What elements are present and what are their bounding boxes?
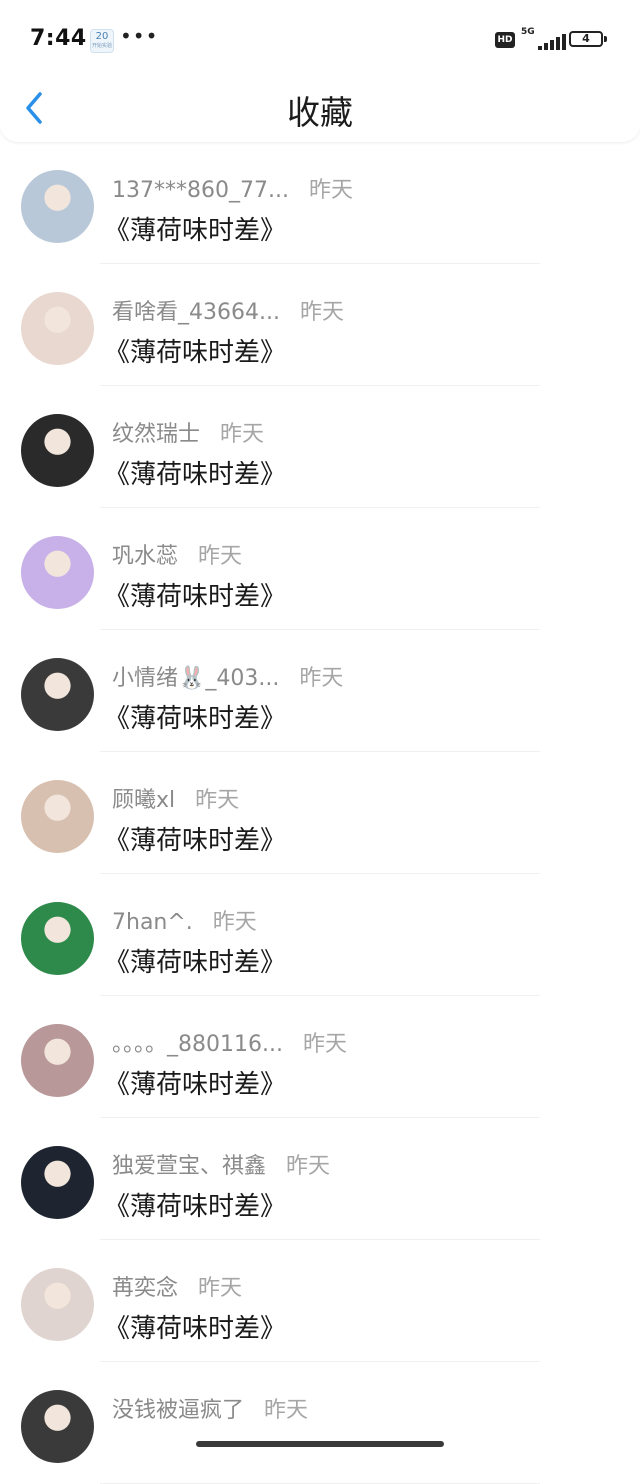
list-item[interactable]: 巩水蕊 昨天《薄荷味时差》: [0, 508, 640, 630]
avatar[interactable]: [21, 1146, 94, 1219]
hd-icon: HD: [495, 32, 515, 48]
timestamp: 昨天: [195, 788, 240, 813]
name-line: 没钱被逼疯了 昨天: [112, 1392, 308, 1424]
favorite-title: 《薄荷味时差》: [104, 1070, 287, 1100]
avatar[interactable]: [21, 902, 94, 975]
user-name[interactable]: 巩水蕊: [112, 544, 178, 569]
name-line: 看啥看_43664... 昨天: [112, 294, 344, 326]
list-item[interactable]: 苒奕念 昨天《薄荷味时差》: [0, 1240, 640, 1362]
list-item[interactable]: 没钱被逼疯了 昨天: [0, 1362, 640, 1484]
avatar[interactable]: [21, 658, 94, 731]
list-item[interactable]: 看啥看_43664... 昨天 《薄荷味时差》: [0, 264, 640, 386]
timestamp: 昨天: [220, 422, 265, 447]
name-line: 137***860_77... 昨天: [112, 172, 353, 204]
name-line: 独爱萱宝、祺鑫 昨天: [112, 1148, 330, 1180]
timestamp: 昨天: [212, 910, 257, 935]
more-notifications-icon: •••: [120, 24, 159, 48]
favorite-title: 《薄荷味时差》: [104, 338, 287, 368]
name-line: 苒奕念 昨天: [112, 1270, 242, 1302]
name-line: 7han^. 昨天: [112, 904, 257, 936]
status-bar: 7:44 20 开始实验 ••• HD 5G 4: [0, 0, 640, 80]
avatar[interactable]: [21, 536, 94, 609]
favorite-title: 《薄荷味时差》: [104, 704, 287, 734]
timestamp: 昨天: [299, 300, 344, 325]
list-item[interactable]: 137***860_77... 昨天 《薄荷味时差》: [0, 142, 640, 264]
avatar[interactable]: [21, 1024, 94, 1097]
name-line: 小情绪🐰_403... 昨天: [112, 660, 343, 692]
battery-icon: 4: [569, 31, 603, 47]
name-line: 顾曦xl 昨天: [112, 782, 239, 814]
timestamp: 昨天: [264, 1398, 309, 1423]
user-name[interactable]: 137***860_77...: [112, 178, 289, 203]
favorite-title: 《薄荷味时差》: [104, 216, 287, 246]
status-time: 7:44: [30, 26, 87, 51]
favorite-title: 《薄荷味时差》: [104, 1192, 287, 1222]
favorite-title: 《薄荷味时差》: [104, 826, 287, 856]
list-item[interactable]: 7han^. 昨天《薄荷味时差》: [0, 874, 640, 996]
user-name[interactable]: 顾曦xl: [112, 788, 175, 813]
avatar[interactable]: [21, 780, 94, 853]
user-name[interactable]: 独爱萱宝、祺鑫: [112, 1154, 266, 1179]
user-name[interactable]: 没钱被逼疯了: [112, 1398, 244, 1423]
name-line: 。。。。_880116... 昨天: [112, 1026, 347, 1058]
user-name[interactable]: 纹然瑞士: [112, 422, 200, 447]
avatar[interactable]: [21, 1268, 94, 1341]
timestamp: 昨天: [299, 666, 344, 691]
list-item[interactable]: 顾曦xl 昨天《薄荷味时差》: [0, 752, 640, 874]
favorites-list: 137***860_77... 昨天 《薄荷味时差》 看啥看_43664... 昨天 《薄…: [0, 142, 640, 1484]
timestamp: 昨天: [308, 178, 353, 203]
avatar[interactable]: [21, 414, 94, 487]
page-title: 收藏: [287, 93, 353, 132]
timestamp: 昨天: [302, 1032, 347, 1057]
favorite-title: 《薄荷味时差》: [104, 1314, 287, 1344]
home-indicator[interactable]: [196, 1441, 444, 1447]
favorite-title: 《薄荷味时差》: [104, 460, 287, 490]
avatar[interactable]: [21, 292, 94, 365]
battery-tip: [604, 36, 607, 42]
list-item[interactable]: 纹然瑞士 昨天《薄荷味时差》: [0, 386, 640, 508]
user-name[interactable]: 。。。。_880116...: [112, 1032, 283, 1057]
avatar[interactable]: [21, 1390, 94, 1463]
timestamp: 昨天: [198, 1276, 243, 1301]
user-name[interactable]: 苒奕念: [112, 1276, 178, 1301]
name-line: 巩水蕊 昨天: [112, 538, 242, 570]
favorite-title: 《薄荷味时差》: [104, 582, 287, 612]
user-name[interactable]: 7han^.: [112, 910, 193, 935]
timestamp: 昨天: [286, 1154, 331, 1179]
notification-badge-icon: 20 开始实验: [90, 29, 114, 53]
list-item[interactable]: 。。。。_880116... 昨天 《薄荷味时差》: [0, 996, 640, 1118]
avatar[interactable]: [21, 170, 94, 243]
signal-icon: 5G: [521, 27, 566, 52]
timestamp: 昨天: [198, 544, 243, 569]
list-item[interactable]: 独爱萱宝、祺鑫 昨天《薄荷味时差》: [0, 1118, 640, 1240]
name-line: 纹然瑞士 昨天: [112, 416, 264, 448]
user-name[interactable]: 小情绪🐰_403...: [112, 666, 279, 691]
user-name[interactable]: 看啥看_43664...: [112, 300, 280, 325]
list-item[interactable]: 小情绪🐰_403... 昨天 《薄荷味时差》: [0, 630, 640, 752]
favorite-title: 《薄荷味时差》: [104, 948, 287, 978]
